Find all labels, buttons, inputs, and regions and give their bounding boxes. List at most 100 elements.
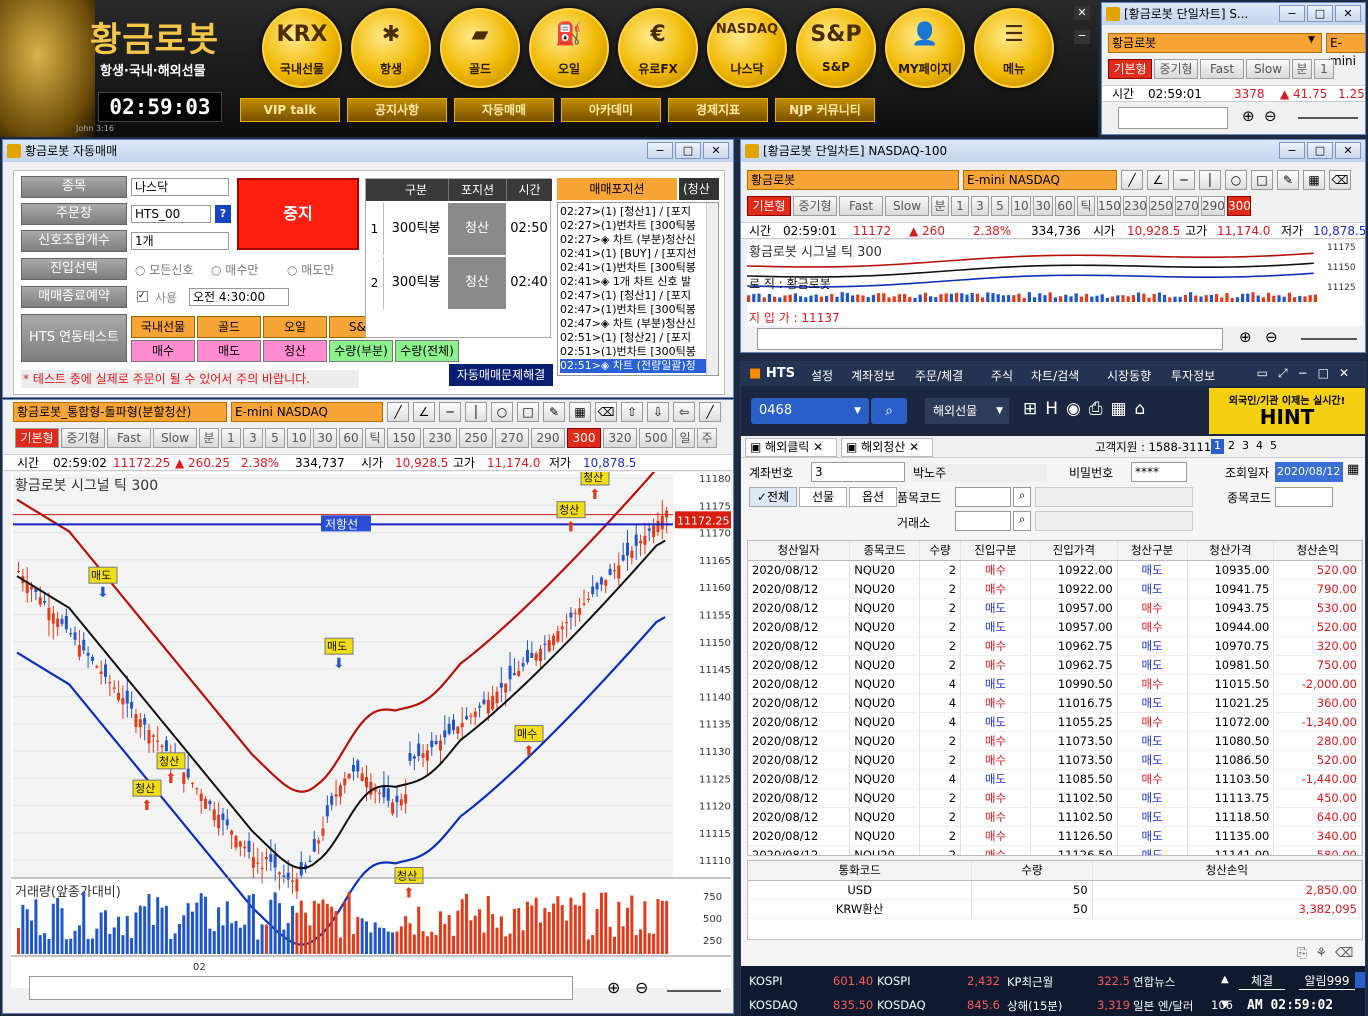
item-code-select[interactable] — [1275, 487, 1333, 507]
table-row[interactable]: 2020/08/12 NQU20 2 매도 10957.00 매수 10943.75 530.… — [748, 598, 1362, 618]
help-icon[interactable]: ? — [215, 205, 231, 223]
fix-problem-button[interactable]: 자동매매문제해결 — [449, 364, 553, 386]
table-row[interactable]: 2020/08/12 NQU20 4 매도 10990.50 매수 11015.50 -2,0… — [748, 674, 1362, 694]
hts-menu-item-4[interactable]: 주식 — [991, 367, 1013, 384]
banner-subbutton-3[interactable]: 자동매매 — [454, 98, 554, 122]
zoom-in-icon[interactable]: ⊕ — [1239, 328, 1252, 346]
tab-11[interactable]: 60 — [1055, 196, 1075, 216]
date-input[interactable]: 2020/08/12 — [1275, 462, 1343, 482]
tab-14[interactable]: 230 — [423, 428, 457, 448]
hts-menu-item-7[interactable]: 투자정보 — [1171, 367, 1215, 384]
drawing-tool-icon-3[interactable]: ─ — [439, 402, 461, 422]
tab-2[interactable]: 중기형 — [1154, 59, 1198, 79]
banner-subbutton-6[interactable]: NJP 커뮤니티 — [775, 98, 875, 122]
log-line[interactable]: 02:51>(1)번차트 [300틱봉 — [560, 345, 706, 359]
tab-6[interactable]: 1 — [951, 196, 969, 216]
order-window-select[interactable]: HTS_00 — [131, 205, 211, 223]
tab-17[interactable]: 290 — [531, 428, 565, 448]
exchange-input[interactable] — [955, 511, 1011, 531]
reserve-time-input[interactable]: 오전 4:30:00 — [189, 288, 289, 306]
nq-scroll-area[interactable] — [757, 328, 1223, 350]
test-action-button-4[interactable]: 수량(부분) — [329, 340, 393, 362]
product-code-input[interactable] — [955, 487, 1011, 507]
log-line[interactable]: 02:27>(1) [청산1] / [포지 — [560, 205, 706, 219]
filter-2[interactable]: 선물 — [799, 487, 847, 507]
tab-20[interactable]: 500 — [639, 428, 673, 448]
pw-input[interactable]: **** — [1131, 462, 1187, 482]
drawing-tool-icon-11[interactable]: ⇩ — [647, 402, 669, 422]
filter-3[interactable]: 옵션 — [849, 487, 897, 507]
tab-18[interactable]: 300 — [567, 428, 601, 448]
hts-menu-item-2[interactable]: 계좌정보 — [851, 367, 895, 384]
tab-12[interactable]: 틱 — [1077, 196, 1095, 216]
tab-2[interactable]: 중기형 — [793, 196, 837, 216]
tab-9[interactable]: 10 — [287, 428, 311, 448]
table-row[interactable]: KRW환산 50 3,382,095 — [748, 899, 1362, 919]
tab-17[interactable]: 290 — [1201, 196, 1225, 216]
log-line[interactable]: 02:41>(1) [BUY] / [포지선 — [560, 247, 706, 261]
log-line[interactable]: 02:47>◈ 차트 (부분)청산신 — [560, 317, 706, 331]
log-line[interactable]: 02:41>◈ 1개 차트 신호 발 — [560, 275, 706, 289]
table-row[interactable]: USD 50 2,850.00 — [748, 880, 1362, 900]
drawing-tool-icon-2[interactable]: ∠ — [413, 402, 435, 422]
banner-button-1[interactable]: KRX 국내선물 — [262, 8, 342, 88]
hts-tool-icons[interactable]: ⊞H◉⎙▦⌂ — [1023, 399, 1153, 419]
notice-icon[interactable] — [1355, 972, 1365, 988]
table-row[interactable]: 2020/08/12 NQU20 4 매수 11016.75 매도 11021.25 360.… — [748, 693, 1362, 713]
banner-button-6[interactable]: NASDAQ 나스닥 — [707, 8, 787, 88]
tab-16[interactable]: 270 — [495, 428, 529, 448]
page-button-4[interactable]: 4 — [1253, 439, 1266, 454]
zoom-slider[interactable] — [1298, 117, 1358, 119]
tab-3[interactable]: Fast — [107, 428, 151, 448]
zoom-in-icon[interactable]: ⊕ — [1242, 107, 1255, 125]
banner-button-2[interactable]: ✱ 항생 — [351, 8, 431, 88]
page-button-3[interactable]: 3 — [1239, 439, 1252, 454]
entry-radio-1[interactable]: ○ 모든신호 — [135, 261, 193, 278]
drawing-tool-icon-2[interactable]: ∠ — [1147, 170, 1169, 190]
table-row[interactable]: 2020/08/12 NQU20 4 매도 11055.25 매수 11072.00 -1,3… — [748, 712, 1362, 732]
tab-5[interactable]: 분 — [1292, 59, 1312, 79]
drawing-tool-icon-1[interactable]: ╱ — [387, 402, 409, 422]
tab-8[interactable]: 5 — [991, 196, 1009, 216]
banner-subbutton-1[interactable]: VIP talk — [240, 98, 340, 122]
table-row[interactable]: 2020/08/12 NQU20 2 매수 11102.50 매도 11113.75 450.… — [748, 788, 1362, 808]
product-select[interactable]: E-mini NASDAQ — [231, 402, 383, 422]
tab-6[interactable]: 1 — [1314, 59, 1334, 79]
log-scrollbar[interactable] — [706, 203, 718, 375]
signal-count-select[interactable]: 1개 — [131, 232, 229, 250]
zoom-in-icon[interactable]: ⊕ — [607, 978, 620, 997]
main-price-chart[interactable]: 11180 11175 11170 11165 11160 11155 11150 11145… — [11, 472, 731, 988]
tab-12[interactable]: 틱 — [365, 428, 385, 448]
tab-6[interactable]: 1 — [221, 428, 241, 448]
maximize-button[interactable]: □ — [1307, 142, 1333, 159]
page-button-2[interactable]: 2 — [1225, 439, 1238, 454]
drawing-tool-icon-7[interactable]: ✎ — [543, 402, 565, 422]
banner-subbutton-5[interactable]: 경제지표 — [668, 98, 768, 122]
banner-button-7[interactable]: S&P S&P — [796, 8, 876, 88]
table-row[interactable]: 2020/08/12 NQU20 2 매수 11126.50 매도 11141.00 580.… — [748, 845, 1362, 855]
zoom-out-icon[interactable]: ⊖ — [1265, 328, 1278, 346]
table-row[interactable]: 2020/08/12 NQU20 2 매수 11073.50 매도 11080.50 280.… — [748, 731, 1362, 751]
hts-footer-icons[interactable]: ⎘⚘⌫ — [1297, 946, 1361, 961]
log-tab-position[interactable]: 매매포지션 — [557, 178, 677, 200]
banner-button-3[interactable]: ▰ 골드 — [440, 8, 520, 88]
tab-13[interactable]: 150 — [1097, 196, 1121, 216]
banner-button-4[interactable]: ⛽ 오일 — [529, 8, 609, 88]
filter-1[interactable]: ✓전체 — [749, 487, 797, 507]
execution-button[interactable]: 체결 — [1239, 972, 1285, 990]
table-row[interactable]: 2020/08/12 NQU20 2 매수 10962.75 매도 10970.75 320.… — [748, 636, 1362, 656]
collapse-icon[interactable]: ▼ — [1221, 999, 1229, 1010]
tab-10[interactable]: 30 — [1033, 196, 1053, 216]
table-row[interactable]: 2020/08/12 NQU20 2 매수 11073.50 매도 11086.50 520.… — [748, 750, 1362, 770]
tab-1[interactable]: 기본형 — [15, 428, 59, 448]
drawing-tool-icon-9[interactable]: ⌫ — [1329, 170, 1351, 190]
chart-scroll-area[interactable] — [29, 976, 573, 1000]
drawing-tool-icon-8[interactable]: ▦ — [569, 402, 591, 422]
banner-subbutton-4[interactable]: 아카데미 — [561, 98, 661, 122]
test-market-button-3[interactable]: 오일 — [263, 316, 327, 338]
account-select[interactable]: 3 — [811, 462, 905, 482]
code-input[interactable]: 0468 ▼ — [751, 398, 869, 424]
expand-icon[interactable]: ▲ — [1221, 974, 1229, 985]
robot-select[interactable]: 황금로봇 — [747, 170, 959, 190]
tab-4[interactable]: Slow — [885, 196, 929, 216]
